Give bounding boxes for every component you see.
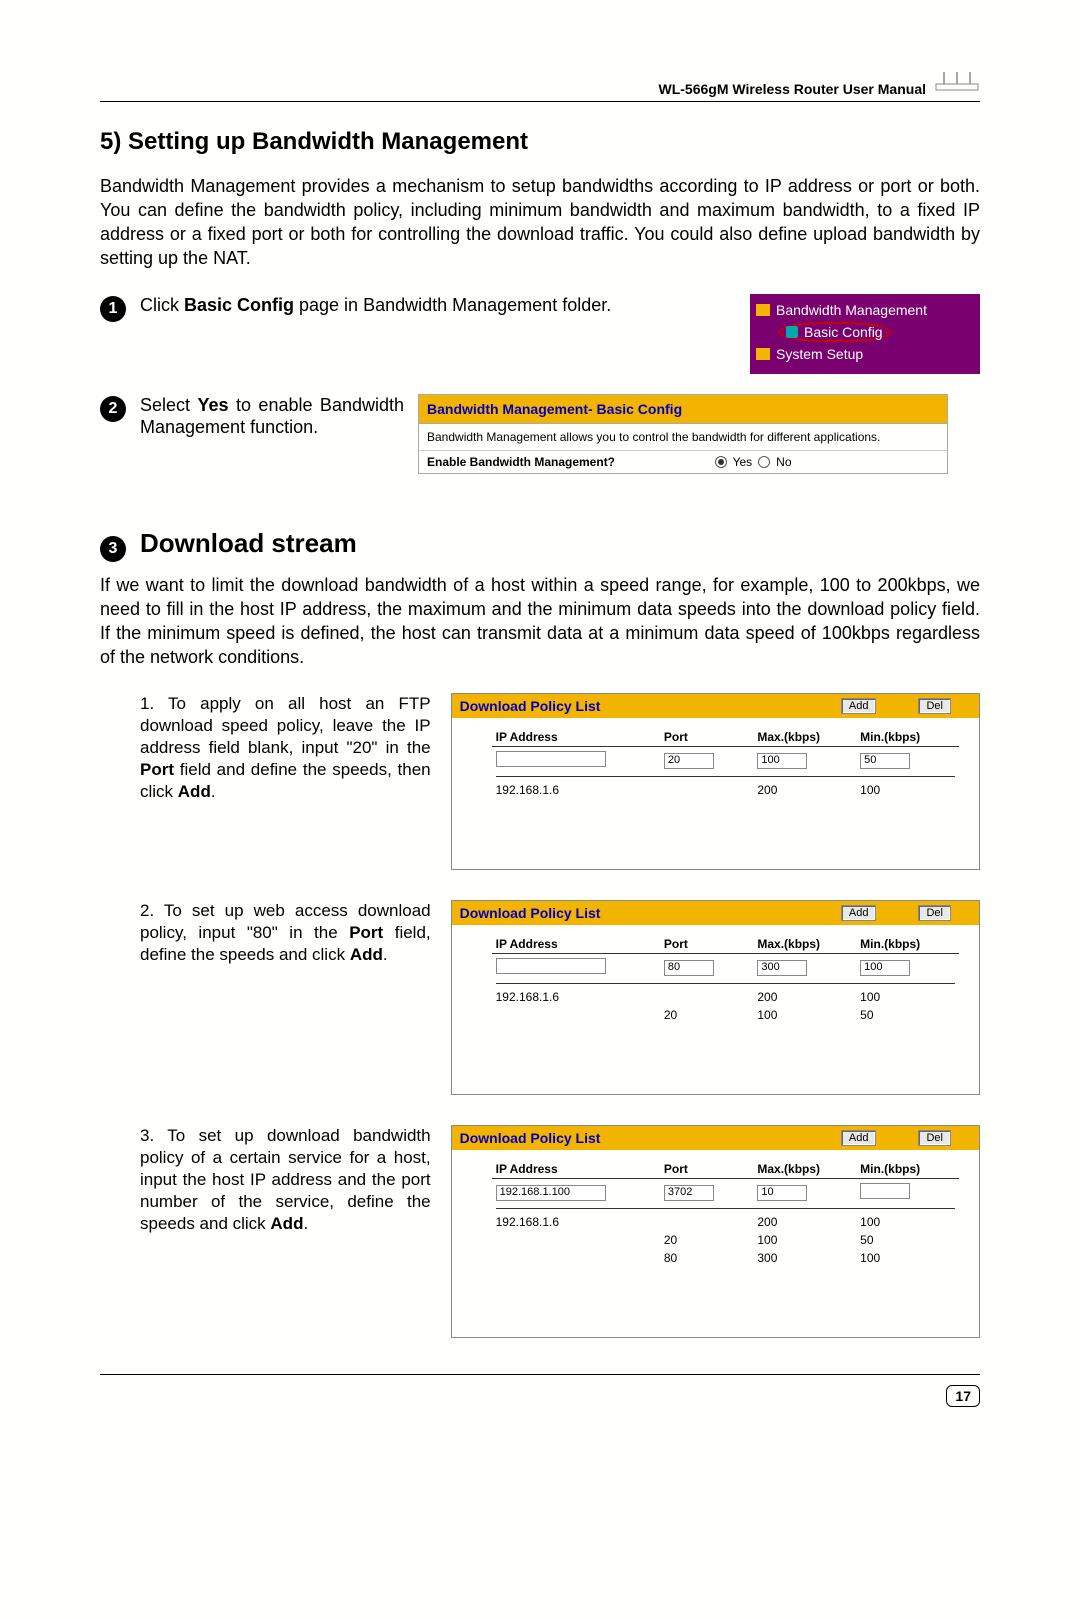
page-number: 17 — [946, 1385, 980, 1407]
nav-item-basic-config: Basic Config — [804, 324, 883, 340]
table-row: 192.168.1.6200100 — [492, 781, 959, 799]
add-button[interactable]: Add — [841, 698, 877, 714]
policy-list-title: Download Policy List — [460, 698, 833, 714]
policy-list-title: Download Policy List — [460, 905, 833, 921]
del-button[interactable]: Del — [918, 1130, 951, 1146]
file-icon — [786, 326, 798, 338]
section-heading: 5) Setting up Bandwidth Management — [100, 128, 980, 156]
max-input[interactable]: 300 — [757, 960, 807, 976]
step-bullet-1: 1 — [100, 296, 126, 322]
port-input[interactable]: 20 — [664, 753, 714, 769]
page-footer: 17 — [100, 1374, 980, 1407]
radio-no-label: No — [776, 455, 791, 469]
table-row: 2010050 — [492, 1006, 959, 1024]
min-input[interactable]: 100 — [860, 960, 910, 976]
col-min: Min.(kbps) — [856, 728, 959, 747]
ip-input[interactable] — [496, 958, 606, 974]
col-min: Min.(kbps) — [856, 1160, 959, 1179]
col-port: Port — [660, 728, 753, 747]
col-max: Max.(kbps) — [753, 728, 856, 747]
basic-config-screenshot: Bandwidth Management- Basic Config Bandw… — [418, 394, 948, 474]
enable-label: Enable Bandwidth Management? — [427, 455, 709, 469]
folder-icon — [756, 304, 770, 316]
radio-yes-label: Yes — [733, 455, 753, 469]
nav-item-system-setup: System Setup — [776, 346, 863, 362]
col-ip: IP Address — [492, 1160, 660, 1179]
config-title: Bandwidth Management- Basic Config — [419, 395, 947, 424]
item3-text: 3. To set up download bandwidth policy o… — [140, 1125, 431, 1235]
page-header: WL-566gM Wireless Router User Manual — [100, 70, 980, 102]
del-button[interactable]: Del — [918, 905, 951, 921]
del-button[interactable]: Del — [918, 698, 951, 714]
manual-title: WL-566gM Wireless Router User Manual — [659, 81, 927, 97]
item2-text: 2. To set up web access download policy,… — [140, 900, 431, 966]
port-input[interactable]: 3702 — [664, 1185, 714, 1201]
col-port: Port — [660, 1160, 753, 1179]
radio-no[interactable] — [758, 456, 770, 468]
col-port: Port — [660, 935, 753, 954]
col-ip: IP Address — [492, 935, 660, 954]
nav-tree-screenshot: Bandwidth Management Basic Config System… — [750, 294, 980, 374]
min-input[interactable]: 50 — [860, 753, 910, 769]
port-input[interactable]: 80 — [664, 960, 714, 976]
step-bullet-2: 2 — [100, 396, 126, 422]
table-row: 80300100 — [492, 1249, 959, 1267]
policy-list-screenshot-3: Download Policy List Add Del IP Address … — [451, 1125, 980, 1338]
download-stream-heading: Download stream — [140, 528, 357, 559]
min-input[interactable] — [860, 1183, 910, 1199]
add-button[interactable]: Add — [841, 1130, 877, 1146]
highlight-oval: Basic Config — [778, 322, 891, 342]
col-max: Max.(kbps) — [753, 1160, 856, 1179]
step-bullet-3: 3 — [100, 536, 126, 562]
policy-list-title: Download Policy List — [460, 1130, 833, 1146]
policy-list-screenshot-2: Download Policy List Add Del IP Address … — [451, 900, 980, 1095]
download-stream-intro: If we want to limit the download bandwid… — [100, 573, 980, 669]
max-input[interactable]: 10 — [757, 1185, 807, 1201]
table-row: 192.168.1.6200100 — [492, 1213, 959, 1231]
ip-input[interactable]: 192.168.1.100 — [496, 1185, 606, 1201]
step1-text: Click Basic Config page in Bandwidth Man… — [140, 294, 620, 316]
nav-item-bandwidth: Bandwidth Management — [776, 302, 927, 318]
router-icon — [934, 70, 980, 97]
ip-input[interactable] — [496, 751, 606, 767]
policy-list-screenshot-1: Download Policy List Add Del IP Address … — [451, 693, 980, 870]
item1-text: 1. To apply on all host an FTP download … — [140, 693, 431, 803]
add-button[interactable]: Add — [841, 905, 877, 921]
table-row: 2010050 — [492, 1231, 959, 1249]
table-row: 192.168.1.6200100 — [492, 988, 959, 1006]
config-desc: Bandwidth Management allows you to contr… — [419, 424, 947, 451]
folder-icon — [756, 348, 770, 360]
step2-text: Select Yes to enable Bandwidth Managemen… — [140, 394, 404, 438]
section-intro: Bandwidth Management provides a mechanis… — [100, 174, 980, 270]
col-ip: IP Address — [492, 728, 660, 747]
col-max: Max.(kbps) — [753, 935, 856, 954]
radio-yes[interactable] — [715, 456, 727, 468]
max-input[interactable]: 100 — [757, 753, 807, 769]
col-min: Min.(kbps) — [856, 935, 959, 954]
